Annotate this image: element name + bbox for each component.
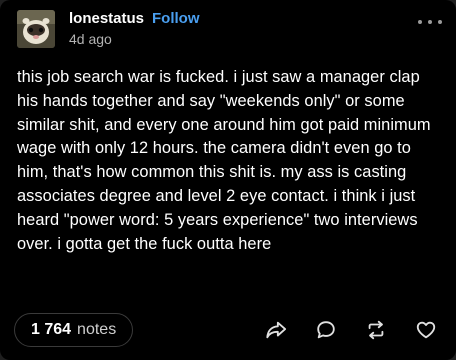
tumblr-post: lonestatus Follow 4d ago this job search…	[0, 0, 456, 360]
dot-icon	[428, 20, 432, 24]
dot-icon	[418, 20, 422, 24]
name-row: lonestatus Follow	[69, 11, 200, 26]
dot-icon	[438, 20, 442, 24]
reply-button[interactable]	[314, 318, 338, 342]
avatar[interactable]	[17, 10, 55, 48]
post-meta: lonestatus Follow 4d ago	[69, 11, 200, 46]
post-header: lonestatus Follow 4d ago	[17, 10, 200, 48]
like-button[interactable]	[414, 318, 438, 342]
more-options-icon[interactable]	[418, 14, 442, 30]
ferret-avatar-icon	[17, 10, 55, 48]
notes-label: notes	[77, 321, 117, 338]
reblog-button[interactable]	[364, 318, 388, 342]
notes-count: 1 764	[31, 321, 72, 338]
notes-button[interactable]: 1 764 notes	[14, 313, 134, 347]
heart-icon	[416, 321, 436, 339]
reply-icon	[317, 321, 335, 339]
post-footer: 1 764 notes	[14, 312, 446, 348]
reblog-icon	[368, 320, 384, 340]
post-actions	[264, 318, 438, 342]
username-link[interactable]: lonestatus	[69, 11, 144, 26]
post-timestamp[interactable]: 4d ago	[69, 32, 200, 46]
share-icon	[266, 321, 287, 339]
share-button[interactable]	[264, 318, 288, 342]
post-body-text: this job search war is fucked. i just sa…	[17, 68, 431, 253]
follow-button[interactable]: Follow	[152, 11, 200, 26]
